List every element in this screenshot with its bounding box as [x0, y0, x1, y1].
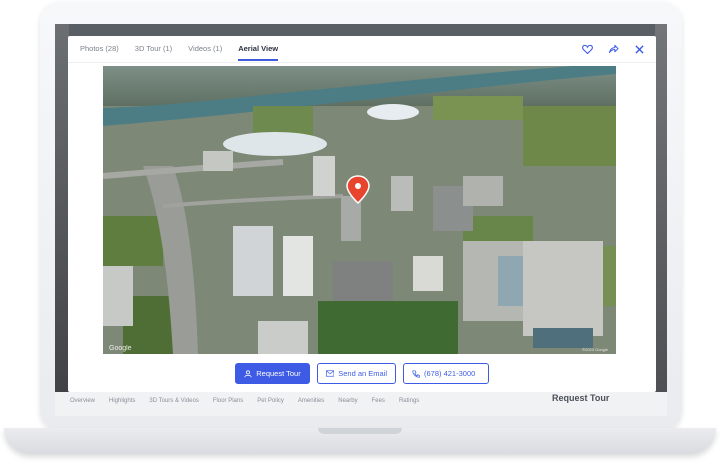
- background-page-right: [655, 24, 667, 416]
- background-page-left: [55, 24, 69, 416]
- map-credit: Google: [109, 345, 132, 352]
- media-modal: Photos (28) 3D Tour (1) Videos (1) Aeria…: [68, 36, 656, 392]
- share-icon[interactable]: [606, 42, 620, 56]
- background-nav-item[interactable]: Pet Policy: [257, 398, 284, 404]
- background-nav-item[interactable]: Overview: [70, 398, 95, 404]
- background-nav-item[interactable]: Amenities: [298, 398, 324, 404]
- laptop-notch: [318, 428, 402, 434]
- heart-icon[interactable]: [580, 42, 594, 56]
- request-tour-label: Request Tour: [256, 369, 301, 378]
- background-nav-list: Overview Highlights 3D Tours & Videos Fl…: [70, 398, 419, 404]
- phone-label: (678) 421-3000: [424, 369, 476, 378]
- close-icon[interactable]: [632, 42, 646, 56]
- send-email-button[interactable]: Send an Email: [317, 363, 396, 384]
- background-page-nav: Overview Highlights 3D Tours & Videos Fl…: [55, 392, 667, 416]
- background-nav-item[interactable]: 3D Tours & Videos: [149, 398, 198, 404]
- map-copyright: ©2023 Google: [582, 347, 608, 352]
- aerial-map-image: [103, 66, 616, 354]
- tab-photos[interactable]: Photos (28): [80, 44, 119, 61]
- phone-icon: [412, 369, 420, 378]
- tab-3d-tour[interactable]: 3D Tour (1): [135, 44, 172, 61]
- tab-divider: [68, 62, 656, 63]
- background-nav-item[interactable]: Ratings: [399, 398, 419, 404]
- tab-videos[interactable]: Videos (1): [188, 44, 222, 61]
- background-nav-item[interactable]: Highlights: [109, 398, 135, 404]
- phone-button[interactable]: (678) 421-3000: [403, 363, 489, 384]
- contact-actions: Request Tour Send an Email (678) 421-300…: [235, 363, 489, 384]
- background-nav-item[interactable]: Floor Plans: [213, 398, 243, 404]
- send-email-label: Send an Email: [338, 369, 387, 378]
- tab-aerial-view[interactable]: Aerial View: [238, 44, 279, 61]
- modal-icons: [580, 42, 646, 56]
- person-icon: [244, 369, 252, 377]
- envelope-icon: [326, 370, 335, 377]
- background-nav-item[interactable]: Nearby: [338, 398, 357, 404]
- request-tour-button[interactable]: Request Tour: [235, 363, 310, 384]
- media-tabs: Photos (28) 3D Tour (1) Videos (1) Aeria…: [80, 44, 279, 61]
- background-nav-item[interactable]: Fees: [372, 398, 385, 404]
- background-request-tour[interactable]: Request Tour: [552, 393, 609, 403]
- aerial-map[interactable]: Google ©2023 Google: [103, 66, 616, 354]
